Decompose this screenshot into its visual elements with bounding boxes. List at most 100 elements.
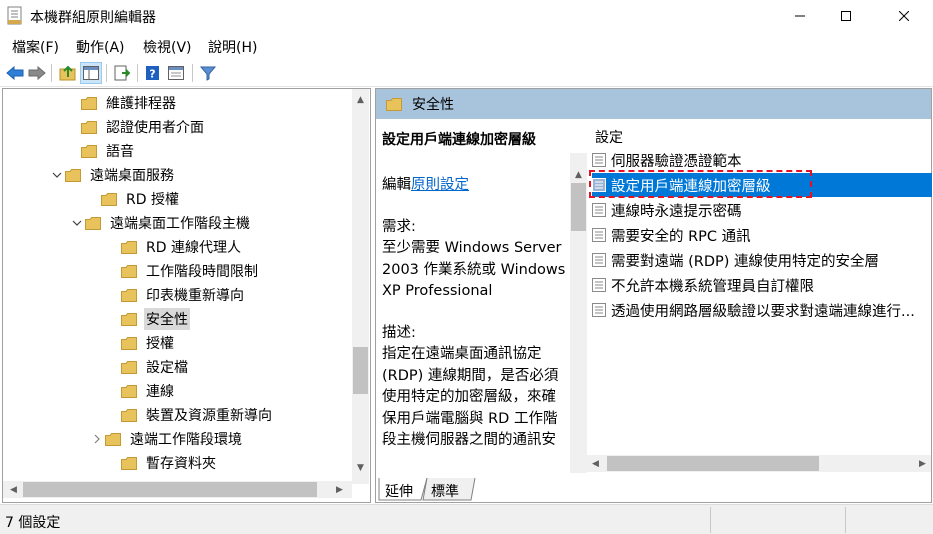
- folder-icon: [81, 144, 97, 158]
- tree-vertical-scrollbar[interactable]: ▲ ▼: [352, 89, 369, 484]
- tree-node[interactable]: 裝置及資源重新導向: [121, 404, 274, 426]
- up-folder-button[interactable]: [57, 62, 79, 84]
- scroll-down-icon[interactable]: ▼: [352, 459, 369, 476]
- tree-vscroll-thumb[interactable]: [353, 347, 368, 394]
- setting-label: 不允許本機系統管理員自訂權限: [611, 278, 814, 295]
- toolbar: ?: [0, 59, 933, 87]
- folder-icon: [121, 264, 137, 278]
- description-text: 指定在遠端桌面通訊協定 (RDP) 連線期間，是否必須使用特定的加密層級，來確保…: [382, 346, 559, 448]
- tree-node-label: 暫存資料夾: [146, 456, 216, 472]
- show-hide-tree-button[interactable]: [80, 62, 102, 84]
- properties-button[interactable]: [165, 62, 187, 84]
- tab-extended[interactable]: 延伸: [385, 481, 413, 501]
- expand-chevron-down-icon[interactable]: [51, 169, 63, 181]
- expand-chevron-down-icon[interactable]: [71, 217, 83, 229]
- tree-node-label: 認證使用者介面: [106, 120, 204, 136]
- forward-button[interactable]: [26, 62, 48, 84]
- tree-node[interactable]: RD 連線代理人: [121, 236, 243, 258]
- tree-node[interactable]: 認證使用者介面: [81, 116, 206, 138]
- tree-node[interactable]: RD 授權: [101, 188, 181, 210]
- folder-icon: [121, 456, 137, 470]
- scroll-up-icon[interactable]: ▲: [352, 91, 369, 108]
- tree-node-label: RD 授權: [126, 192, 179, 208]
- scroll-right-icon[interactable]: ▶: [331, 481, 348, 498]
- menu-help[interactable]: 說明(H): [208, 37, 257, 57]
- folder-icon: [121, 360, 137, 374]
- back-button[interactable]: [4, 62, 26, 84]
- list-scroll-left-icon[interactable]: ◀: [587, 455, 604, 472]
- maximize-button[interactable]: [823, 0, 869, 32]
- scroll-left-icon[interactable]: ◀: [5, 481, 22, 498]
- minimize-button[interactable]: [777, 0, 823, 32]
- tree-node[interactable]: 遠端工作階段環境: [94, 428, 244, 450]
- tree-node-label: 裝置及資源重新導向: [146, 408, 272, 424]
- tree-node-label: 設定檔: [146, 360, 188, 376]
- list-scroll-right-icon[interactable]: ▶: [914, 455, 931, 472]
- list-scroll-up-icon[interactable]: ▲: [570, 166, 587, 183]
- setting-row[interactable]: 設定用戶端連線加密層級: [592, 173, 932, 197]
- tree-hscroll-thumb[interactable]: [23, 482, 317, 497]
- tree-node[interactable]: 印表機重新導向: [121, 284, 246, 306]
- setting-row[interactable]: 需要安全的 RPC 通訊: [592, 223, 932, 247]
- policy-setting-icon: [592, 253, 606, 267]
- tree-node[interactable]: 維護排程器: [81, 92, 178, 114]
- tree-node-label: 維護排程器: [106, 96, 176, 112]
- tree-node[interactable]: 遠端桌面工作階段主機: [72, 212, 252, 234]
- setting-row[interactable]: 透過使用網路層級驗證以要求對遠端連線進行...: [592, 298, 932, 322]
- policy-description: 編輯原則設定 需求: 至少需要 Windows Server 2003 作業系統…: [382, 175, 566, 451]
- policy-editor-icon: [7, 6, 22, 25]
- menu-view[interactable]: 檢視(V): [143, 37, 192, 57]
- setting-row[interactable]: 需要對遠端 (RDP) 連線使用特定的安全層: [592, 248, 932, 272]
- minimize-icon: [795, 15, 805, 17]
- tree-horizontal-scrollbar[interactable]: ◀ ▶: [3, 481, 352, 498]
- folder-icon: [65, 168, 81, 182]
- filter-icon: [200, 66, 216, 81]
- folder-icon: [85, 216, 101, 230]
- menu-action[interactable]: 動作(A): [76, 37, 125, 57]
- help-icon: ?: [146, 66, 159, 81]
- export-list-button[interactable]: [111, 62, 133, 84]
- help-button[interactable]: ?: [142, 62, 164, 84]
- view-tabs: 延伸 標準: [375, 478, 932, 503]
- tree-node-label: 遠端桌面工作階段主機: [110, 216, 250, 232]
- list-vertical-scrollbar[interactable]: ▲: [570, 153, 587, 473]
- policy-setting-icon: [592, 228, 606, 242]
- menu-file[interactable]: 檔案(F): [12, 37, 59, 57]
- forward-icon: [28, 66, 46, 80]
- show-hide-tree-icon: [83, 66, 99, 80]
- tab-standard[interactable]: 標準: [431, 481, 459, 501]
- expand-chevron-right-icon[interactable]: [91, 433, 103, 445]
- edit-policy-link[interactable]: 原則設定: [411, 177, 469, 193]
- filter-button[interactable]: [197, 62, 219, 84]
- list-horizontal-scrollbar[interactable]: ◀ ▶: [587, 455, 931, 472]
- tree-pane: 維護排程器認證使用者介面語音遠端桌面服務 RD 授權遠端桌面工作階段主機 RD 連線…: [2, 88, 371, 503]
- setting-label: 需要安全的 RPC 通訊: [611, 228, 751, 245]
- folder-icon: [81, 96, 97, 110]
- tree-node-label: 安全性: [144, 308, 190, 330]
- back-icon: [6, 66, 24, 80]
- tree-node[interactable]: 暫存資料夾: [121, 452, 218, 474]
- settings-column-header[interactable]: 設定: [595, 127, 623, 147]
- list-hscroll-thumb[interactable]: [607, 456, 819, 471]
- setting-label: 透過使用網路層級驗證以要求對遠端連線進行...: [611, 303, 915, 320]
- setting-label: 需要對遠端 (RDP) 連線使用特定的安全層: [611, 253, 880, 270]
- tree-node[interactable]: 設定檔: [121, 356, 190, 378]
- folder-icon: [121, 240, 137, 254]
- tree-node[interactable]: 遠端桌面服務: [52, 164, 176, 186]
- description-label: 描述:: [382, 324, 416, 341]
- tree-node[interactable]: 語音: [81, 140, 136, 162]
- tree-node[interactable]: 授權: [121, 332, 176, 354]
- setting-row[interactable]: 連線時永遠提示密碼: [592, 198, 932, 222]
- close-button[interactable]: [881, 0, 927, 32]
- tree-node[interactable]: 安全性: [121, 308, 190, 330]
- details-header-title: 安全性: [412, 97, 454, 113]
- setting-row[interactable]: 不允許本機系統管理員自訂權限: [592, 273, 932, 297]
- tree-node-label: 遠端桌面服務: [90, 168, 174, 184]
- folder-icon: [121, 288, 137, 302]
- tree-node[interactable]: 工作階段時間限制: [121, 260, 260, 282]
- list-vscroll-thumb[interactable]: [571, 183, 586, 231]
- setting-row[interactable]: 伺服器驗證憑證範本: [592, 148, 932, 172]
- tree-node[interactable]: 連線: [121, 380, 176, 402]
- details-pane: 安全性 設定用戶端連線加密層級 編輯原則設定 需求: 至少需要 Windows …: [375, 88, 932, 503]
- folder-icon: [105, 432, 121, 446]
